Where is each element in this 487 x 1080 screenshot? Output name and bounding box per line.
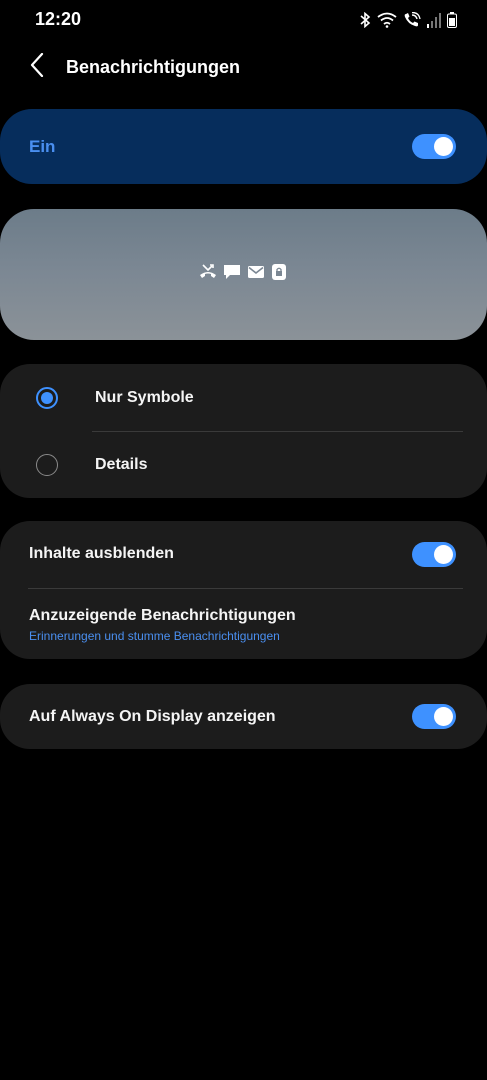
toggle-knob <box>434 137 453 156</box>
option-label: Nur Symbole <box>95 389 194 406</box>
notifications-to-show-sub: Erinnerungen und stumme Benachrichtigung… <box>29 629 280 643</box>
option-label: Details <box>95 456 148 473</box>
content-settings-card: Inhalte ausblenden Anzuzeigende Benachri… <box>0 521 487 659</box>
chevron-left-icon <box>30 52 44 82</box>
master-switch-card[interactable]: Ein <box>0 109 487 184</box>
hide-content-label: Inhalte ausblenden <box>29 545 174 562</box>
battery-icon <box>447 12 457 28</box>
back-button[interactable] <box>22 52 52 82</box>
missed-call-icon <box>199 263 217 286</box>
hide-content-toggle[interactable] <box>412 542 456 567</box>
status-icons <box>359 10 457 30</box>
aod-card[interactable]: Auf Always On Display anzeigen <box>0 684 487 749</box>
display-style-card: Nur Symbole Details <box>0 364 487 498</box>
aod-toggle[interactable] <box>412 704 456 729</box>
message-icon <box>223 263 241 286</box>
toggle-knob <box>434 707 453 726</box>
toggle-knob <box>434 545 453 564</box>
wifi-calling-icon <box>403 12 421 28</box>
status-bar: 12:20 <box>0 0 487 40</box>
page-title: Benachrichtigungen <box>66 57 241 77</box>
wifi-icon <box>377 12 397 28</box>
radio-dot <box>41 392 53 404</box>
radio-details[interactable] <box>36 454 58 476</box>
notifications-to-show-label: Anzuzeigende Benachrichtigungen <box>29 607 296 624</box>
divider <box>28 588 463 589</box>
status-time: 12:20 <box>35 9 82 29</box>
email-icon <box>247 263 265 286</box>
divider <box>92 431 463 432</box>
master-toggle[interactable] <box>412 134 456 159</box>
signal-icon <box>427 12 441 28</box>
radio-nur-symbole[interactable] <box>36 387 58 409</box>
aod-label: Auf Always On Display anzeigen <box>29 708 276 725</box>
preview-icons <box>199 263 287 286</box>
master-switch-label: Ein <box>29 137 56 156</box>
lock-notification-icon <box>271 263 287 286</box>
bluetooth-icon <box>359 12 371 28</box>
app-header: Benachrichtigungen <box>0 40 487 96</box>
